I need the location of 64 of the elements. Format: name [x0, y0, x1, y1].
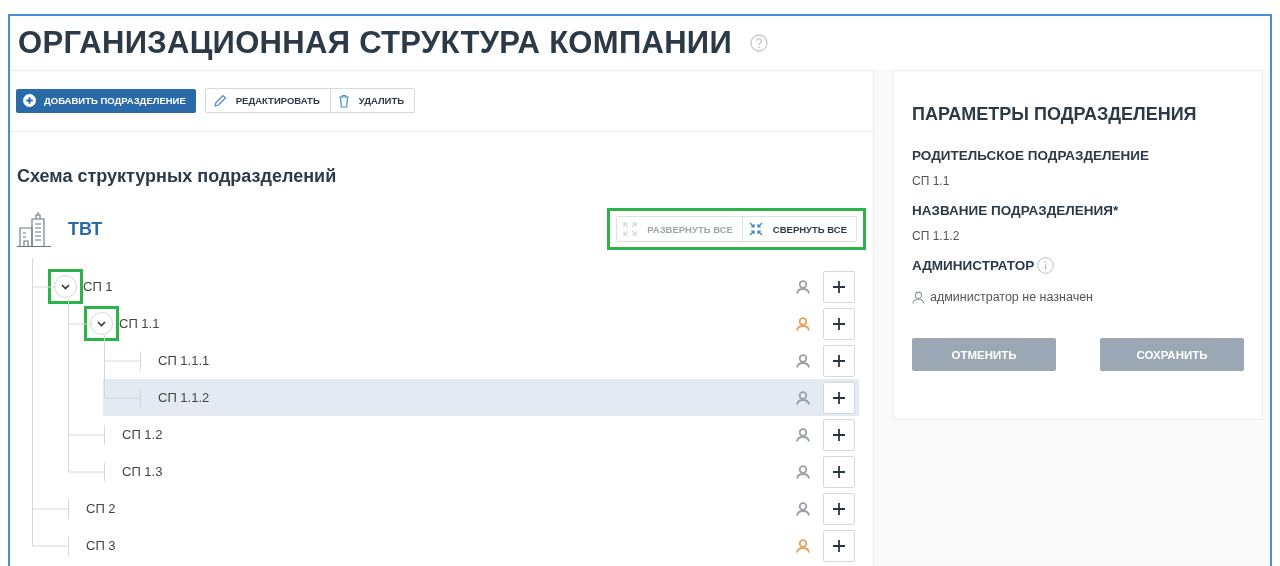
tree-row[interactable]: СП 1.1.1	[103, 342, 859, 379]
person-icon[interactable]	[796, 427, 810, 442]
collapse-arrows-icon	[748, 222, 763, 236]
field-label: НАЗВАНИЕ ПОДРАЗДЕЛЕНИЯ*	[912, 202, 1119, 218]
person-icon[interactable]	[796, 464, 810, 479]
person-icon[interactable]	[796, 279, 810, 294]
plus-icon	[832, 501, 846, 516]
add-subdepartment-button[interactable]	[823, 418, 855, 451]
add-subdepartment-button[interactable]	[823, 529, 855, 562]
add-subdepartment-button[interactable]	[823, 270, 855, 303]
department-name: СП 3	[86, 538, 116, 553]
person-icon[interactable]	[796, 316, 810, 331]
department-name: СП 1.3	[122, 464, 163, 479]
department-name: СП 1.1.1	[158, 353, 210, 368]
trash-icon	[337, 93, 350, 108]
delete-button[interactable]: УДАЛИТЬ	[329, 89, 415, 112]
plus-icon	[832, 279, 846, 294]
person-icon[interactable]	[796, 390, 810, 405]
person-icon	[912, 290, 925, 304]
department-name: СП 1.1	[119, 316, 160, 331]
organization-name[interactable]: ТВТ	[68, 218, 103, 240]
person-icon[interactable]	[796, 501, 810, 516]
panel-heading: ПАРАМЕТРЫ ПОДРАЗДЕЛЕНИЯ	[912, 103, 1198, 125]
tree-row[interactable]: СП 2	[31, 490, 859, 527]
tree-row[interactable]: СП 3	[31, 527, 859, 564]
plus-icon	[832, 538, 846, 553]
chevron-icon	[97, 320, 106, 327]
tree-row[interactable]: СП 1.2	[67, 416, 859, 453]
field-value: СП 1.1	[912, 174, 951, 188]
plus-icon	[832, 353, 846, 368]
section-heading: Схема структурных подразделений	[17, 165, 338, 187]
plus-icon	[832, 390, 846, 405]
add-subdepartment-button[interactable]	[823, 381, 855, 414]
expand-arrows-icon	[623, 222, 638, 236]
collapse-toggle[interactable]	[54, 275, 77, 298]
tree-row[interactable]: СП 1	[31, 268, 859, 305]
page-title: ОРГАНИЗАЦИОННАЯ СТРУКТУРА КОМПАНИИ	[18, 25, 732, 61]
department-name: СП 2	[86, 501, 116, 516]
field-label: АДМИНИСТРАТОР	[912, 257, 1035, 273]
chevron-icon	[61, 283, 70, 290]
add-subdepartment-button[interactable]	[823, 455, 855, 488]
plus-icon	[832, 464, 846, 479]
person-icon[interactable]	[796, 353, 810, 368]
person-icon[interactable]	[796, 538, 810, 553]
plus-icon	[832, 316, 846, 331]
add-subdepartment-button[interactable]	[823, 307, 855, 340]
add-department-button[interactable]: ДОБАВИТЬ ПОДРАЗДЕЛЕНИЕ	[16, 88, 196, 113]
department-name: СП 1.2	[122, 427, 163, 442]
plus-icon	[832, 427, 846, 442]
add-subdepartment-button[interactable]	[823, 492, 855, 525]
department-name: СП 1	[83, 279, 113, 294]
plus-circle-icon	[23, 94, 36, 107]
building-icon	[17, 211, 51, 247]
tree-row[interactable]: СП 1.1	[67, 305, 859, 342]
field-value: администратор не назначен	[930, 290, 1093, 304]
add-subdepartment-button[interactable]	[823, 344, 855, 377]
field-value: СП 1.1.2	[912, 229, 961, 243]
tree-row[interactable]: СП 1.1.2	[103, 379, 859, 416]
field-label: РОДИТЕЛЬСКОЕ ПОДРАЗДЕЛЕНИЕ	[912, 147, 1150, 163]
department-name: СП 1.1.2	[158, 390, 210, 405]
collapse-toggle[interactable]	[90, 312, 113, 335]
tree-row[interactable]: СП 1.3	[67, 453, 859, 490]
collapse-all-button[interactable]: СВЕРНУТЬ ВСЕ	[741, 217, 856, 241]
pencil-icon	[212, 93, 227, 108]
